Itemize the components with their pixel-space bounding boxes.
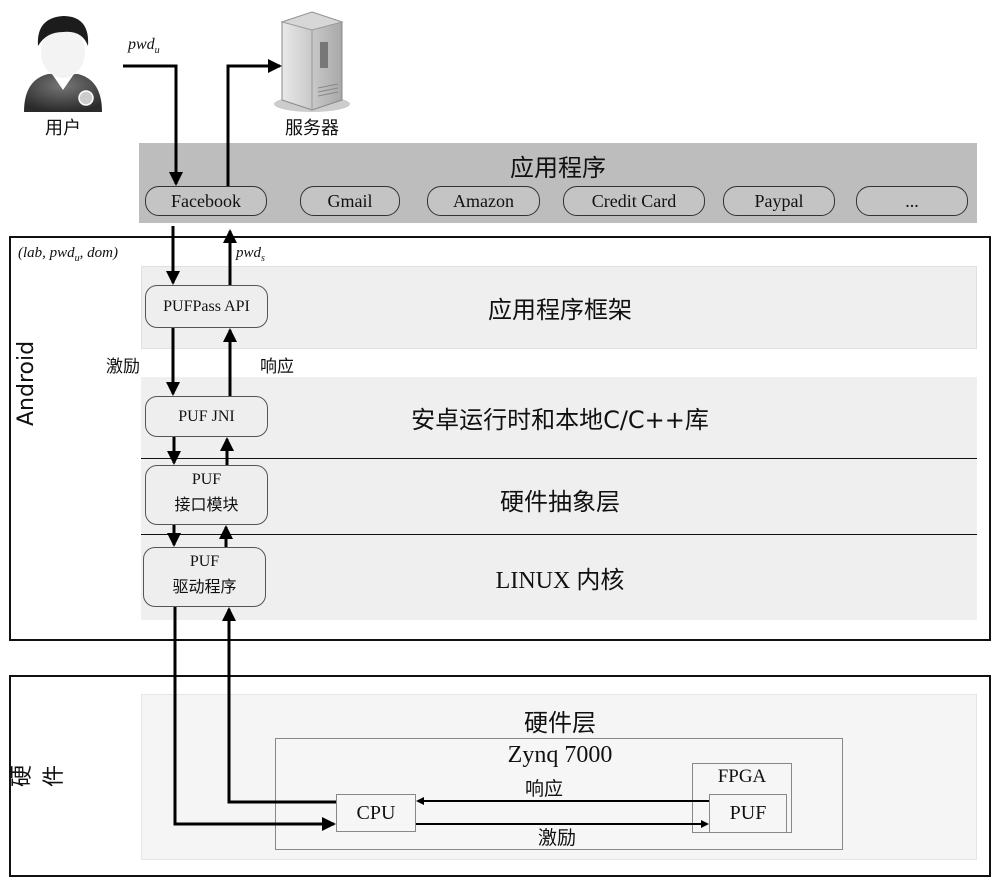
puf-hardware[interactable]: PUF <box>709 794 787 833</box>
layer-divider <box>141 534 977 535</box>
hardware-label: 硬件 <box>10 765 67 788</box>
response-label: 响应 <box>260 357 294 377</box>
server-tower-icon <box>272 8 352 114</box>
pwd-s-label: pwds <box>236 245 265 264</box>
applications-title: 应用程序 <box>510 154 606 182</box>
hardware-layer-title: 硬件层 <box>524 709 596 737</box>
zynq-label: Zynq 7000 <box>507 742 613 768</box>
hw-response-label: 响应 <box>525 778 564 800</box>
app-paypal[interactable]: Paypal <box>723 186 835 216</box>
app-amazon[interactable]: Amazon <box>427 186 540 216</box>
fpga-label: FPGA <box>717 766 767 787</box>
server-label: 服务器 <box>285 118 339 139</box>
layer-divider <box>141 458 977 459</box>
puf-pass-api[interactable]: PUFPass API <box>145 285 268 328</box>
app-facebook[interactable]: Facebook <box>145 186 267 216</box>
user-label: 用户 <box>45 118 81 139</box>
lab-pwd-dom-label: (lab, pwdu, dom) <box>18 245 118 264</box>
layer-title-framework: 应用程序框架 <box>488 296 632 324</box>
challenge-label: 激励 <box>106 357 140 377</box>
layer-title-kernel: LINUX 内核 <box>495 568 625 594</box>
layer-title-runtime: 安卓运行时和本地C/C++库 <box>411 406 709 434</box>
hw-challenge-label: 激励 <box>538 827 577 849</box>
puf-driver[interactable]: PUF 驱动程序 <box>143 547 266 607</box>
pwd-u-label: pwdu <box>128 36 160 57</box>
puf-interface-module[interactable]: PUF 接口模块 <box>145 465 268 525</box>
puf-jni[interactable]: PUF JNI <box>145 396 268 437</box>
android-label: Android <box>14 340 39 426</box>
app-more[interactable]: ... <box>856 186 968 216</box>
cpu[interactable]: CPU <box>336 794 416 832</box>
layer-title-hal: 硬件抽象层 <box>500 488 620 516</box>
user-avatar-icon <box>18 8 108 114</box>
app-gmail[interactable]: Gmail <box>300 186 400 216</box>
app-credit-card[interactable]: Credit Card <box>563 186 705 216</box>
